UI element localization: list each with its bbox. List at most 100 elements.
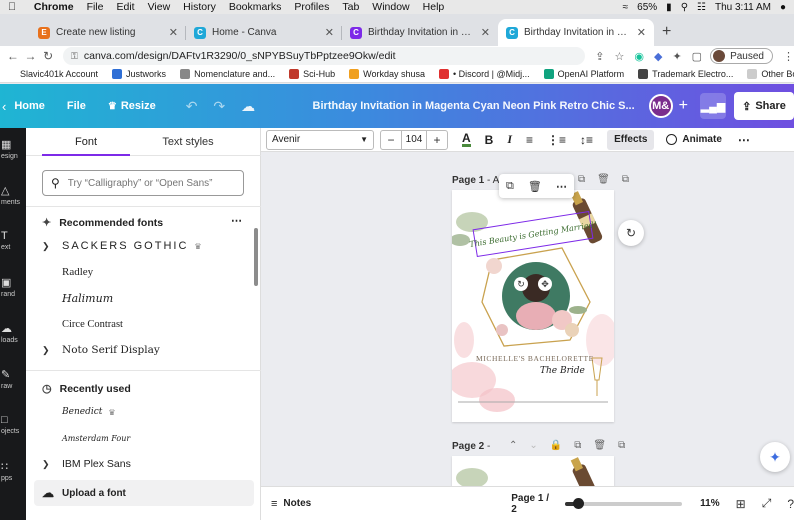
font-size-value[interactable]: 104 <box>401 130 427 149</box>
menu-view[interactable]: View <box>148 1 171 13</box>
add-page-icon[interactable]: ⧉ <box>622 174 629 185</box>
menu-clock[interactable]: Thu 3:11 AM <box>715 2 771 13</box>
extension-shield-icon[interactable]: ◆ <box>654 50 662 63</box>
browser-tab-create-listing[interactable]: E Create new listing ✕ <box>30 19 186 46</box>
rail-brand[interactable]: ▣ rand <box>0 276 26 298</box>
redo-icon[interactable]: ↷ <box>213 98 225 115</box>
battery-percent[interactable]: 65% <box>637 2 657 13</box>
apple-icon[interactable]:  <box>8 1 16 13</box>
menu-edit[interactable]: Edit <box>116 1 134 13</box>
fullscreen-icon[interactable]: ⤢ <box>762 496 772 511</box>
bold-icon[interactable]: B <box>485 133 494 147</box>
notes-button[interactable]: ≡ Notes <box>271 498 311 510</box>
menu-app-name[interactable]: Chrome <box>34 1 74 13</box>
help-icon[interactable]: ? <box>787 497 794 511</box>
siri-icon[interactable]: ● <box>780 2 786 13</box>
browser-tab-active[interactable]: C Birthday Invitation in Magenta ✕ <box>498 19 654 46</box>
resize-button[interactable]: ♛ Resize <box>108 100 156 112</box>
share-button[interactable]: ⇪ Share <box>734 92 794 120</box>
spacing-icon[interactable]: ↕≡ <box>580 133 593 147</box>
rail-text[interactable]: Text <box>0 230 26 251</box>
page-2[interactable] <box>452 456 614 486</box>
lock-icon[interactable]: 🔒 <box>550 440 562 451</box>
new-tab-button[interactable]: + <box>662 23 671 41</box>
effects-button[interactable]: Effects <box>607 129 655 150</box>
font-item-halimum[interactable]: Halimum <box>42 288 242 308</box>
undo-icon[interactable]: ↶ <box>186 98 198 115</box>
bookmark-item[interactable]: • Discord | @Midj... <box>439 69 530 79</box>
bookmark-item[interactable]: Slavic401k Account <box>6 69 98 79</box>
delete-page-icon[interactable]: 🗑 <box>593 440 606 451</box>
page-1[interactable]: This Beauty is Getting Married! ↻ ✥ MICH… <box>452 190 614 422</box>
menu-tab[interactable]: Tab <box>342 1 359 13</box>
grid-view-icon[interactable]: ⊞ <box>736 497 746 511</box>
home-button[interactable]: Home <box>14 100 45 112</box>
insights-chart-icon[interactable]: ▂▄▆ <box>700 93 726 119</box>
font-item-ibm-plex-sans[interactable]: ❯ IBM Plex Sans <box>42 454 242 474</box>
battery-icon[interactable]: ▮ <box>666 2 672 13</box>
cloud-save-icon[interactable]: ☁ <box>241 98 255 115</box>
bookmark-item[interactable]: OpenAI Platform <box>543 69 624 79</box>
rail-apps[interactable]: ∷ pps <box>0 460 26 482</box>
lock-icon[interactable]: ⚿ <box>71 51 78 62</box>
more-dots-icon[interactable]: ⋯ <box>556 180 567 193</box>
magic-assistant-button[interactable]: ✦ <box>760 442 790 472</box>
move-handle-icon[interactable]: ✥ <box>538 277 552 291</box>
bookmark-item[interactable]: Justworks <box>112 69 166 79</box>
rotate-element-button[interactable]: ↻ <box>618 220 644 246</box>
zoom-slider[interactable] <box>564 497 683 509</box>
bookmark-item[interactable]: Nomenclature and... <box>180 69 275 79</box>
rail-design[interactable]: ▦ esign <box>0 138 26 160</box>
font-item-circe-contrast[interactable]: Circe Contrast <box>42 314 242 334</box>
chrome-menu-icon[interactable]: ⋮ <box>783 50 794 63</box>
rail-elements[interactable]: △ ments <box>0 184 26 206</box>
bookmark-item[interactable]: Trademark Electro... <box>638 69 733 79</box>
close-tab-icon[interactable]: ✕ <box>481 26 490 39</box>
share-page-icon[interactable]: ⇪ <box>595 50 604 63</box>
bachelorette-text[interactable]: MICHELLE'S BACHELORETTE <box>476 354 594 363</box>
menu-bookmarks[interactable]: Bookmarks <box>229 1 282 13</box>
bookmark-item[interactable]: Workday shusa <box>349 69 425 79</box>
bookmark-star-icon[interactable]: ☆ <box>615 50 625 63</box>
chevron-right-icon[interactable]: ❯ <box>42 459 56 470</box>
tab-text-styles[interactable]: Text styles <box>146 128 230 156</box>
page-indicator[interactable]: Page 1 / 2 <box>511 493 553 515</box>
zoom-value[interactable]: 11% <box>700 498 719 509</box>
profile-paused-button[interactable]: Paused <box>710 48 773 64</box>
file-menu-button[interactable]: File <box>67 100 86 112</box>
trash-icon[interactable]: 🗑 <box>528 180 542 193</box>
chevron-left-icon[interactable]: ‹ <box>2 99 6 114</box>
upload-font-button[interactable]: ☁ Upload a font <box>34 480 254 506</box>
collaborator-avatar[interactable]: M& <box>648 94 673 118</box>
font-item-benedict[interactable]: Benedict ♛ <box>42 402 242 422</box>
tab-font[interactable]: Font <box>42 128 130 156</box>
forward-arrow-icon[interactable]: → <box>22 49 40 63</box>
zoom-slider-knob[interactable] <box>572 497 584 509</box>
menu-profiles[interactable]: Profiles <box>294 1 329 13</box>
document-title[interactable]: Birthday Invitation in Magenta Cyan Neon… <box>313 100 635 112</box>
rail-uploads[interactable]: ☁ loads <box>0 322 26 344</box>
duplicate-page-icon[interactable]: ⧉ <box>578 174 585 185</box>
search-icon[interactable]: ⚲ <box>681 2 688 13</box>
close-tab-icon[interactable]: ✕ <box>637 26 646 39</box>
browser-tab-home-canva[interactable]: C Home - Canva ✕ <box>186 19 342 46</box>
url-field[interactable]: ⚿ canva.com/design/DAFtv1R3290/0_sNPYBSu… <box>63 47 586 65</box>
control-center-icon[interactable]: ☷ <box>697 2 706 13</box>
move-down-icon[interactable]: ⌄ <box>529 440 537 451</box>
back-arrow-icon[interactable]: ← <box>4 49 22 63</box>
other-bookmarks[interactable]: Other Bookmarks <box>747 69 794 79</box>
menu-help[interactable]: Help <box>423 1 445 13</box>
chevron-right-icon[interactable]: ❯ <box>42 241 56 252</box>
font-family-dropdown[interactable]: Avenir ▼ <box>266 129 374 150</box>
align-center-icon[interactable]: ≡ <box>526 133 533 147</box>
grammarly-icon[interactable]: ◉ <box>634 50 644 63</box>
close-tab-icon[interactable]: ✕ <box>325 26 334 39</box>
bookmark-item[interactable]: Sci-Hub <box>289 69 335 79</box>
extensions-puzzle-icon[interactable]: ✦ <box>672 50 681 63</box>
delete-page-icon[interactable]: 🗑 <box>597 174 610 185</box>
list-icon[interactable]: ⋮≡ <box>547 133 566 147</box>
bride-text[interactable]: The Bride <box>540 366 585 376</box>
rail-draw[interactable]: ✎ raw <box>0 368 26 390</box>
reload-icon[interactable]: ↻ <box>39 49 57 63</box>
close-tab-icon[interactable]: ✕ <box>169 26 178 39</box>
